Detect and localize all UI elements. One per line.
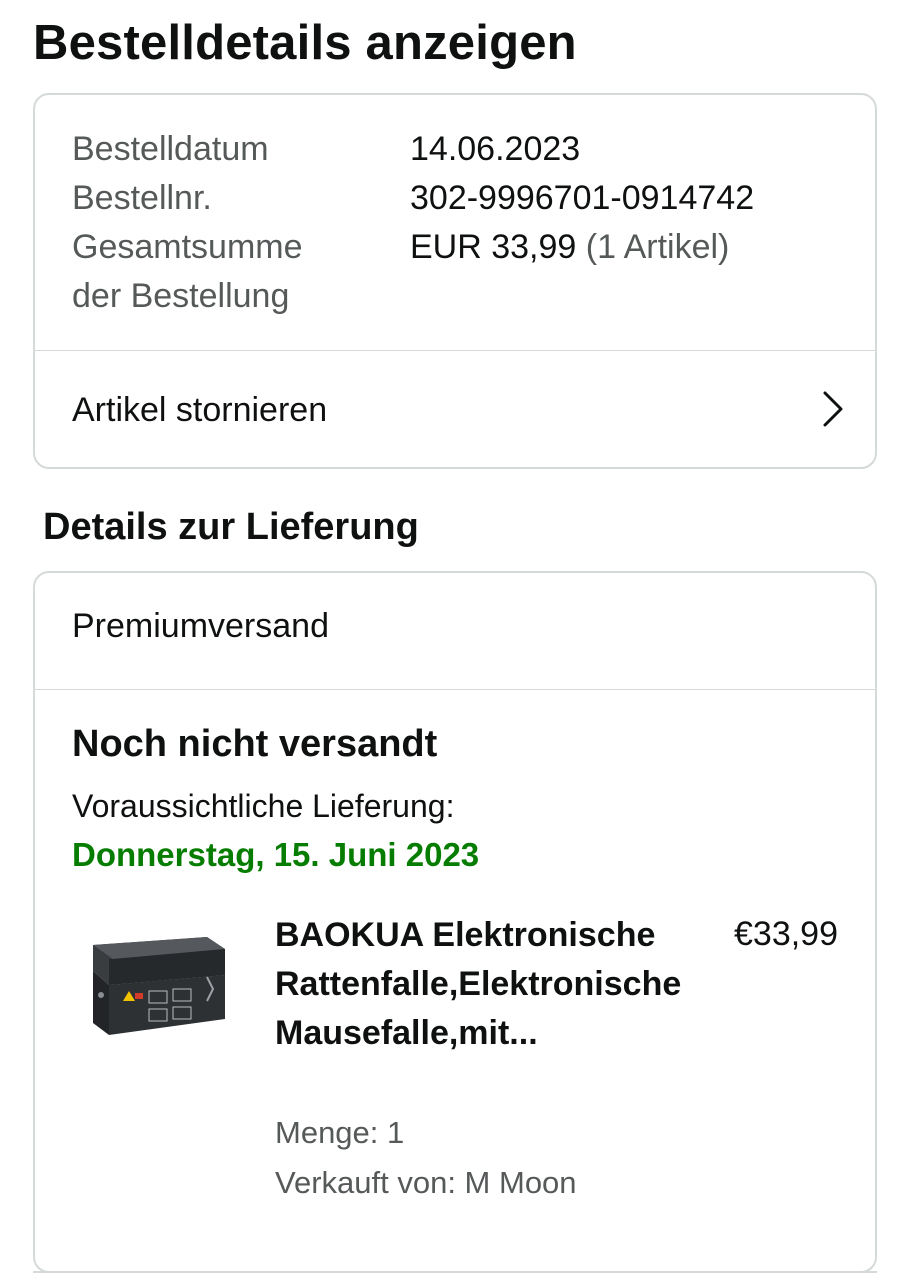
delivery-divider xyxy=(35,689,875,690)
eta-date: Donnerstag, 15. Juni 2023 xyxy=(72,836,480,873)
product-image[interactable] xyxy=(79,931,227,1041)
cancel-items-button[interactable]: Artikel stornieren xyxy=(35,351,875,469)
order-summary-grid: Bestelldatum 14.06.2023 Bestellnr. 302-9… xyxy=(72,125,754,321)
page-title: Bestelldetails anzeigen xyxy=(33,16,577,70)
delivery-section-title: Details zur Lieferung xyxy=(43,506,419,548)
order-total-label: Gesamtsumme der Bestellung xyxy=(72,223,410,321)
chevron-right-icon xyxy=(823,391,843,427)
order-item-count: (1 Artikel) xyxy=(585,228,730,266)
order-total-label-line2: der Bestellung xyxy=(72,277,290,315)
product-seller: Verkauft von: M Moon xyxy=(275,1165,577,1200)
order-total-amount: EUR 33,99 xyxy=(410,228,577,266)
eta-label: Voraussichtliche Lieferung: xyxy=(72,788,455,824)
order-date-value: 14.06.2023 xyxy=(410,130,581,168)
bottom-divider xyxy=(33,1271,877,1273)
shipment-status: Noch nicht versandt xyxy=(72,723,438,765)
product-title-link[interactable]: BAOKUA Elektronische Rattenfalle,Elektro… xyxy=(275,911,715,1058)
order-date-row: Bestelldatum 14.06.2023 xyxy=(72,125,754,174)
shipping-method: Premiumversand xyxy=(72,607,329,645)
order-total-label-line1: Gesamtsumme xyxy=(72,228,303,266)
order-number-label: Bestellnr. xyxy=(72,179,212,217)
order-number-value: 302-9996701-0914742 xyxy=(410,179,755,217)
order-total-row: Gesamtsumme der Bestellung EUR 33,99 (1 … xyxy=(72,223,754,321)
cancel-items-label: Artikel stornieren xyxy=(72,390,328,429)
product-quantity: Menge: 1 xyxy=(275,1115,405,1150)
order-number-row: Bestellnr. 302-9996701-0914742 xyxy=(72,174,754,223)
order-total-value: EUR 33,99 (1 Artikel) xyxy=(410,223,729,321)
product-price: €33,99 xyxy=(734,915,838,953)
order-date-label: Bestelldatum xyxy=(72,130,269,168)
delivery-card: Premiumversand Noch nicht versandt Vorau… xyxy=(33,571,877,1273)
order-summary-card: Bestelldatum 14.06.2023 Bestellnr. 302-9… xyxy=(33,93,877,469)
